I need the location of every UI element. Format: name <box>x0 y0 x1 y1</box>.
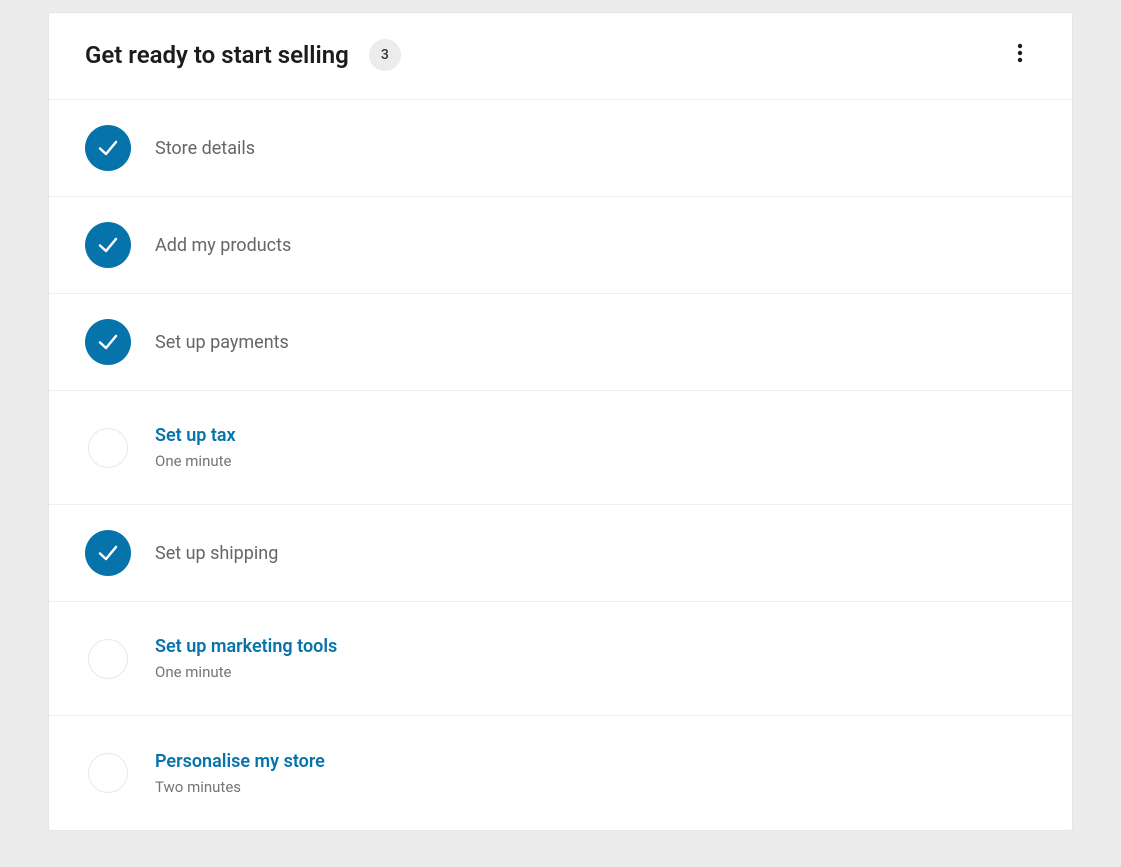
task-personalise-store[interactable]: Personalise my store Two minutes <box>49 716 1072 830</box>
task-subtitle: One minute <box>155 663 337 681</box>
task-add-products[interactable]: Add my products <box>49 197 1072 294</box>
task-title: Set up payments <box>155 332 289 353</box>
card-header: Get ready to start selling 3 <box>49 13 1072 100</box>
setup-tasks-card: Get ready to start selling 3 Store detai… <box>48 12 1073 831</box>
more-vertical-icon <box>1008 41 1032 69</box>
check-icon <box>85 530 131 576</box>
task-set-up-shipping[interactable]: Set up shipping <box>49 505 1072 602</box>
task-title: Set up tax <box>155 425 236 446</box>
task-set-up-marketing[interactable]: Set up marketing tools One minute <box>49 602 1072 716</box>
circle-icon <box>88 753 128 793</box>
circle-icon <box>88 639 128 679</box>
task-store-details[interactable]: Store details <box>49 100 1072 197</box>
page-title: Get ready to start selling <box>85 41 349 69</box>
task-title: Add my products <box>155 235 291 256</box>
more-options-button[interactable] <box>1004 39 1036 71</box>
check-icon <box>85 319 131 365</box>
check-icon <box>85 222 131 268</box>
task-title: Store details <box>155 138 255 159</box>
circle-icon <box>88 428 128 468</box>
task-title: Personalise my store <box>155 751 325 772</box>
task-title: Set up marketing tools <box>155 636 337 657</box>
task-set-up-payments[interactable]: Set up payments <box>49 294 1072 391</box>
task-subtitle: One minute <box>155 452 236 470</box>
check-icon <box>85 125 131 171</box>
remaining-count-badge: 3 <box>369 39 401 71</box>
task-title: Set up shipping <box>155 543 278 564</box>
task-subtitle: Two minutes <box>155 778 325 796</box>
task-set-up-tax[interactable]: Set up tax One minute <box>49 391 1072 505</box>
